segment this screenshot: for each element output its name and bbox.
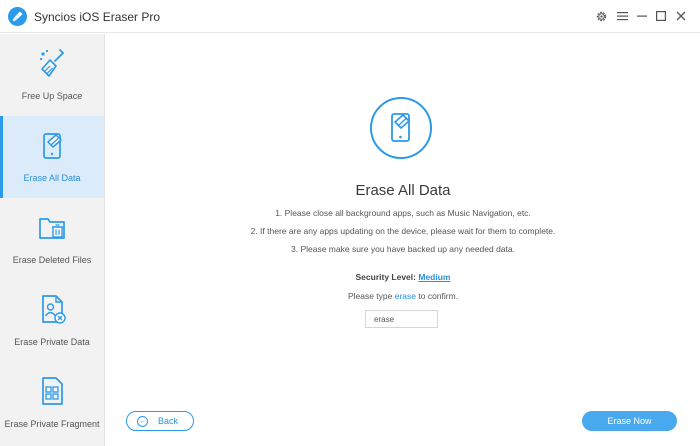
confirm-instruction: Please type erase to confirm. [106,291,700,301]
sidebar-item-erase-private-data[interactable]: Erase Private Data [0,280,104,362]
security-level-link[interactable]: Medium [418,272,450,282]
page-title: Erase All Data [355,182,451,199]
instruction-step: 3. Please make sure you have backed up a… [291,244,515,254]
sidebar-item-erase-all-data[interactable]: Erase All Data [0,116,104,198]
back-button-label: Back [158,416,179,426]
sidebar-item-label: Erase Private Fragment [4,419,100,429]
back-button[interactable]: ← Back [126,411,194,431]
phone-eraser-hero-icon [370,97,432,159]
app-logo-icon [8,7,27,26]
main-panel: Erase All Data 1. Please close all backg… [106,34,700,446]
erase-now-button[interactable]: Erase Now [582,411,677,431]
sidebar-item-label: Free Up Space [21,91,83,101]
instruction-step: 1. Please close all background apps, suc… [275,208,531,218]
minimize-icon[interactable] [634,8,650,24]
app-title: Syncios iOS Eraser Pro [34,10,161,24]
maximize-icon[interactable] [653,8,669,24]
menu-icon[interactable] [614,8,630,24]
arrow-left-icon: ← [137,415,148,427]
sidebar-item-free-up-space[interactable]: Free Up Space [0,34,104,116]
sidebar: Free Up Space Erase All Data Erase Delet… [0,34,105,446]
confirm-suffix: to confirm. [418,291,459,301]
erase-now-label: Erase Now [607,416,652,426]
sidebar-item-label: Erase Deleted Files [12,255,92,265]
security-level-label: Security Level: [355,272,416,282]
gear-icon[interactable] [593,8,609,24]
broom-icon [39,49,65,77]
instruction-step: 2. If there are any apps updating on the… [250,226,556,236]
phone-eraser-icon [43,133,62,159]
sidebar-item-erase-deleted-files[interactable]: Erase Deleted Files [0,198,104,280]
private-file-icon [42,295,66,324]
confirm-prefix: Please type [347,291,393,301]
folder-trash-icon [39,218,65,239]
sidebar-item-erase-private-fragment[interactable]: Erase Private Fragment [0,362,104,444]
title-bar: Syncios iOS Eraser Pro [0,0,700,33]
sidebar-item-label: Erase Private Data [14,337,90,347]
confirm-word: erase [394,291,416,301]
fragment-icon [42,377,63,405]
confirm-erase-input[interactable] [365,310,438,328]
security-level-row: Security Level: Medium [106,272,700,282]
sidebar-item-label: Erase All Data [23,173,81,183]
close-icon[interactable] [673,8,689,24]
